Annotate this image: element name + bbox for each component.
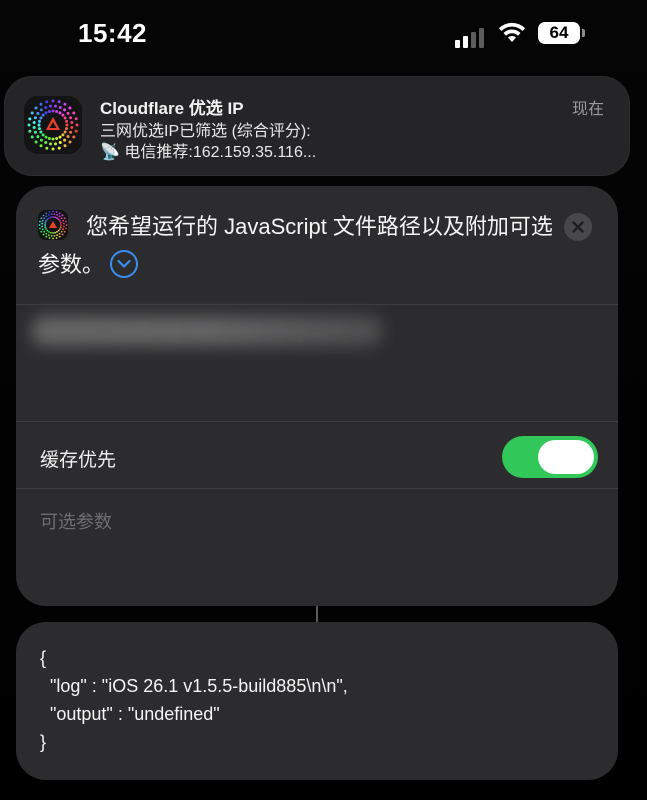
status-time: 15:42 bbox=[78, 18, 147, 48]
status-bar: 15:42 64 bbox=[0, 0, 647, 70]
output-json: { "log" : "iOS 26.1 v1.5.5-build885\n\n"… bbox=[40, 648, 348, 752]
notification-line-2-text: 电信推荐:162.159.35.116... bbox=[124, 144, 317, 161]
screen: 15:42 64 Cloudflare 优选 IP 三网优选IP已筛选 (综合评… bbox=[0, 0, 647, 800]
close-icon[interactable] bbox=[564, 213, 592, 241]
connector-line bbox=[316, 606, 318, 622]
cellular-signal-icon bbox=[455, 28, 485, 48]
divider bbox=[16, 304, 618, 305]
chevron-down-icon[interactable] bbox=[110, 250, 139, 279]
satellite-dish-emoji: 📡 bbox=[100, 144, 120, 161]
notification-line-2: 📡 电信推荐:162.159.35.116... bbox=[100, 138, 316, 162]
wifi-icon bbox=[498, 22, 526, 49]
optional-params-input[interactable]: 可选参数 bbox=[40, 508, 112, 534]
output-card: { "log" : "iOS 26.1 v1.5.5-build885\n\n"… bbox=[16, 622, 618, 780]
file-path-input-blurred[interactable] bbox=[32, 316, 382, 346]
notification-title: Cloudflare 优选 IP bbox=[100, 99, 244, 118]
cloudflare-app-icon bbox=[24, 96, 82, 154]
cache-first-toggle[interactable] bbox=[502, 436, 598, 478]
battery-nub bbox=[582, 29, 585, 37]
divider bbox=[16, 488, 618, 489]
javascript-input-sheet: 您希望运行的 JavaScript 文件路径以及附加可选参数。 缓存优先 可选参… bbox=[16, 186, 618, 606]
divider bbox=[16, 421, 618, 422]
notification-time: 现在 bbox=[571, 101, 604, 118]
notification-banner[interactable]: Cloudflare 优选 IP 三网优选IP已筛选 (综合评分): 📡 电信推… bbox=[4, 76, 630, 176]
battery-icon: 64 bbox=[538, 22, 580, 44]
prompt-title: 您希望运行的 JavaScript 文件路径以及附加可选参数。 bbox=[38, 208, 558, 284]
toggle-knob bbox=[538, 440, 594, 474]
cache-first-label: 缓存优先 bbox=[40, 450, 117, 471]
